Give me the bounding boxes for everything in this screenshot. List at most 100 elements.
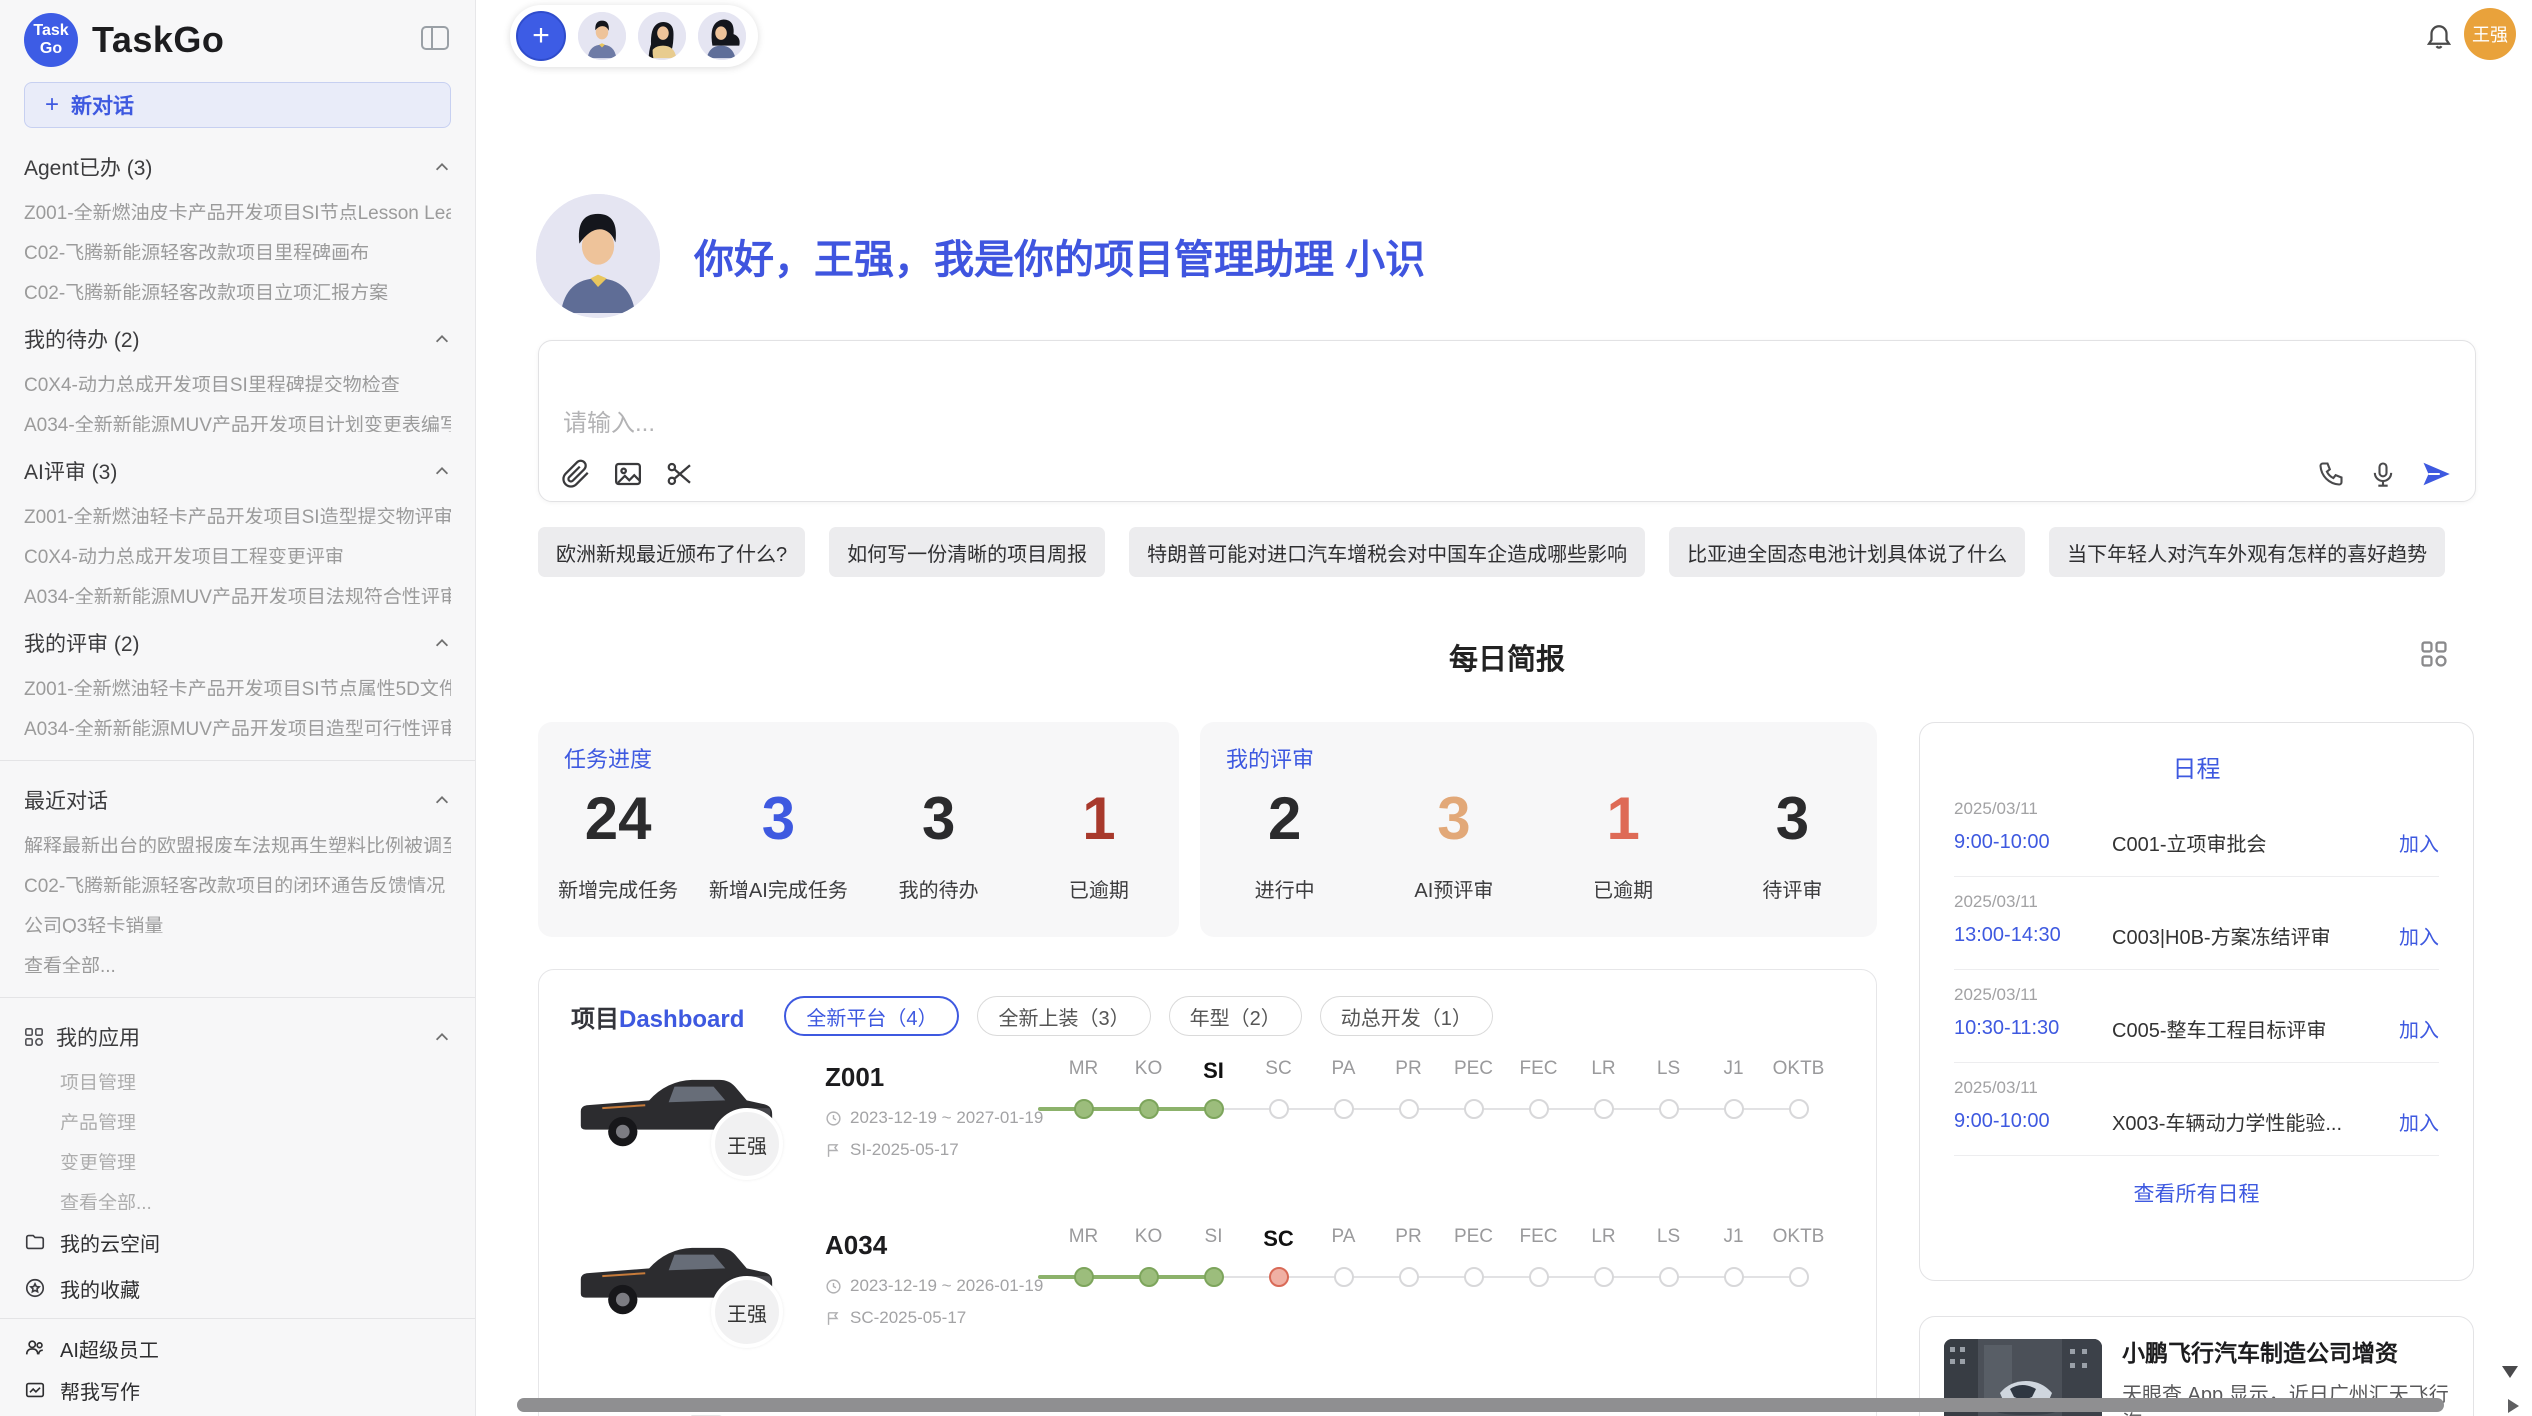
layout-grid-icon[interactable] bbox=[2420, 640, 2448, 668]
sidebar-divider bbox=[0, 1318, 475, 1319]
app-item-project-mgmt[interactable]: 项目管理 bbox=[60, 1068, 451, 1090]
sidebar-item[interactable]: A034-全新新能源MUV产品开发项目计划变更表编写 bbox=[24, 410, 451, 432]
main-content: + 王强 你好，王强，我是你的项目管理助理 小识 请输入... bbox=[476, 0, 2532, 1416]
suggestion-chip[interactable]: 特朗普可能对进口汽车增税会对中国车企造成哪些影响 bbox=[1129, 527, 1645, 577]
chevron-up-icon bbox=[433, 1028, 451, 1046]
attachment-icon[interactable] bbox=[561, 459, 591, 489]
collapse-sidebar-icon[interactable] bbox=[421, 26, 449, 50]
project-dates: 2023-12-19 ~ 2027-01-19 bbox=[825, 1108, 1043, 1128]
scroll-right-arrow[interactable] bbox=[2508, 1399, 2519, 1413]
apps-view-all[interactable]: 查看全部... bbox=[60, 1188, 451, 1210]
agent-avatar-3[interactable] bbox=[698, 12, 746, 60]
section-header-my-todo[interactable]: 我的待办 (2) bbox=[24, 326, 451, 352]
add-agent-button[interactable]: + bbox=[516, 11, 566, 61]
stat-overdue: 1已逾期 bbox=[1019, 786, 1179, 903]
image-upload-icon[interactable] bbox=[613, 459, 643, 489]
task-progress-card: 任务进度 24新增完成任务 3新增AI完成任务 3我的待办 1已逾期 bbox=[538, 722, 1179, 937]
recent-chat-item[interactable]: 公司Q3轻卡销量 bbox=[24, 911, 451, 933]
microphone-icon[interactable] bbox=[2369, 460, 2397, 488]
star-badge-icon bbox=[24, 1277, 46, 1299]
stat-in-progress: 2进行中 bbox=[1200, 786, 1369, 903]
event-title: C005-整车工程目标评审 bbox=[2112, 1014, 2399, 1043]
event-time: 13:00-14:30 bbox=[1954, 924, 2112, 947]
clock-icon bbox=[825, 1110, 842, 1127]
recent-chat-item[interactable]: C02-飞腾新能源轻客改款项目的闭环通告反馈情况 bbox=[24, 871, 451, 893]
apps-grid-icon bbox=[24, 1027, 44, 1047]
suggestion-chip[interactable]: 如何写一份清晰的项目周报 bbox=[829, 527, 1105, 577]
news-title: 小鹏飞行汽车制造公司增资 bbox=[2122, 1339, 2449, 1369]
scroll-down-arrow[interactable] bbox=[2502, 1366, 2518, 1378]
filter-powertrain[interactable]: 动总开发（1） bbox=[1320, 996, 1493, 1036]
sidebar-item[interactable]: C02-飞腾新能源轻客改款项目立项汇报方案 bbox=[24, 278, 451, 300]
stat-overdue: 1已逾期 bbox=[1539, 786, 1708, 903]
app-item-change-mgmt[interactable]: 变更管理 bbox=[60, 1148, 451, 1170]
filter-model-year[interactable]: 年型（2） bbox=[1169, 996, 1302, 1036]
send-icon[interactable] bbox=[2421, 459, 2451, 489]
event-date: 2025/03/11 bbox=[1954, 892, 2439, 912]
event-date: 2025/03/11 bbox=[1954, 799, 2439, 819]
section-title: AI评审 (3) bbox=[24, 456, 117, 486]
agent-avatar-2[interactable] bbox=[638, 12, 686, 60]
sidebar-item[interactable]: C02-飞腾新能源轻客改款项目里程碑画布 bbox=[24, 238, 451, 260]
sidebar-item[interactable]: C0X4-动力总成开发项目SI里程碑提交物检查 bbox=[24, 370, 451, 392]
input-placeholder: 请输入... bbox=[563, 403, 655, 438]
join-link[interactable]: 加入 bbox=[2399, 921, 2439, 950]
sidebar-item[interactable]: Z001-全新燃油轻卡产品开发项目SI节点属性5D文件评审 bbox=[24, 674, 451, 696]
sidebar-item-favorites[interactable]: 我的收藏 bbox=[24, 1274, 451, 1302]
schedule-title: 日程 bbox=[1954, 749, 2439, 784]
suggestion-chips: 欧洲新规最近颁布了什么? 如何写一份清晰的项目周报 特朗普可能对进口汽车增税会对… bbox=[538, 527, 2476, 577]
sidebar-item[interactable]: Z001-全新燃油轻卡产品开发项目SI造型提交物评审 bbox=[24, 502, 451, 524]
section-header-my-apps[interactable]: 我的应用 bbox=[24, 1024, 451, 1050]
join-link[interactable]: 加入 bbox=[2399, 1107, 2439, 1136]
event-time: 9:00-10:00 bbox=[1954, 1110, 2112, 1133]
filter-all-new-platform[interactable]: 全新平台（4） bbox=[784, 996, 959, 1036]
section-header-agent-done[interactable]: Agent已办 (3) bbox=[24, 154, 451, 180]
section-title: Agent已办 (3) bbox=[24, 152, 152, 182]
chat-input[interactable]: 请输入... bbox=[538, 340, 2476, 502]
app-item-product-mgmt[interactable]: 产品管理 bbox=[60, 1108, 451, 1130]
agent-avatar-1[interactable] bbox=[578, 12, 626, 60]
dashboard-title: 项目Dashboard bbox=[571, 999, 744, 1034]
sidebar-item[interactable]: A034-全新新能源MUV产品开发项目法规符合性评审 bbox=[24, 582, 451, 604]
scissors-icon[interactable] bbox=[665, 459, 695, 489]
chevron-up-icon bbox=[433, 791, 451, 809]
section-title: 我的应用 bbox=[56, 1022, 140, 1052]
sidebar-item[interactable]: C0X4-动力总成开发项目工程变更评审 bbox=[24, 542, 451, 564]
project-code: Z001 bbox=[825, 1062, 884, 1093]
project-dates: 2023-12-19 ~ 2026-01-19 bbox=[825, 1276, 1043, 1296]
recent-chat-item[interactable]: 解释最新出台的欧盟报废车法规再生塑料比例被调至15%... bbox=[24, 831, 451, 853]
section-header-recent-chats[interactable]: 最近对话 bbox=[24, 787, 451, 813]
sidebar-item-help-me-write[interactable]: 帮我写作 bbox=[24, 1376, 451, 1404]
project-dashboard-card: 项目Dashboard 全新平台（4） 全新上装（3） 年型（2） 动总开发（1… bbox=[538, 969, 1877, 1416]
sidebar-item-ai-super-staff[interactable]: AI超级员工 bbox=[24, 1334, 451, 1362]
sidebar-item-cloud-space[interactable]: 我的云空间 bbox=[24, 1228, 451, 1256]
phone-call-icon[interactable] bbox=[2317, 460, 2345, 488]
recent-view-all[interactable]: 查看全部... bbox=[24, 951, 451, 973]
stat-ai-pre-review: 3AI预评审 bbox=[1369, 786, 1538, 903]
project-row-a034[interactable]: 王强 A034 2023-12-19 ~ 2026-01-19 SC-2025-… bbox=[539, 1224, 1876, 1392]
suggestion-chip[interactable]: 比亚迪全固态电池计划具体说了什么 bbox=[1669, 527, 2025, 577]
suggestion-chip[interactable]: 当下年轻人对汽车外观有怎样的喜好趋势 bbox=[2049, 527, 2445, 577]
sidebar-item[interactable]: A034-全新新能源MUV产品开发项目造型可行性评审 bbox=[24, 714, 451, 736]
project-row-z001[interactable]: 王强 Z001 2023-12-19 ~ 2027-01-19 SI-2025-… bbox=[539, 1056, 1876, 1224]
notifications-bell-icon[interactable] bbox=[2424, 20, 2454, 50]
view-all-schedule-link[interactable]: 查看所有日程 bbox=[1954, 1178, 2439, 1208]
event-date: 2025/03/11 bbox=[1954, 985, 2439, 1005]
suggestion-chip[interactable]: 欧洲新规最近颁布了什么? bbox=[538, 527, 805, 577]
dashboard-filters: 全新平台（4） 全新上装（3） 年型（2） 动总开发（1） bbox=[784, 996, 1493, 1036]
new-chat-label: 新对话 bbox=[71, 90, 134, 120]
join-link[interactable]: 加入 bbox=[2399, 1014, 2439, 1043]
filter-new-body[interactable]: 全新上装（3） bbox=[977, 996, 1150, 1036]
new-chat-button[interactable]: + 新对话 bbox=[24, 82, 451, 128]
milestone-timeline: MRKOSISCPAPRPECFECLRLSJ1OKTB bbox=[1051, 1058, 1841, 1122]
horizontal-scrollbar[interactable] bbox=[517, 1398, 2444, 1412]
join-link[interactable]: 加入 bbox=[2399, 828, 2439, 857]
event-time: 10:30-11:30 bbox=[1954, 1017, 2112, 1040]
section-header-ai-review[interactable]: AI评审 (3) bbox=[24, 458, 451, 484]
sidebar-item[interactable]: Z001-全新燃油皮卡产品开发项目SI节点Lesson Learn报告 bbox=[24, 198, 451, 220]
user-avatar[interactable]: 王强 bbox=[2464, 8, 2516, 60]
agent-switcher: + bbox=[510, 5, 758, 67]
project-owner-avatar: 王强 bbox=[711, 1108, 783, 1180]
event-title: X003-车辆动力学性能验... bbox=[2112, 1107, 2399, 1136]
section-header-my-review[interactable]: 我的评审 (2) bbox=[24, 630, 451, 656]
